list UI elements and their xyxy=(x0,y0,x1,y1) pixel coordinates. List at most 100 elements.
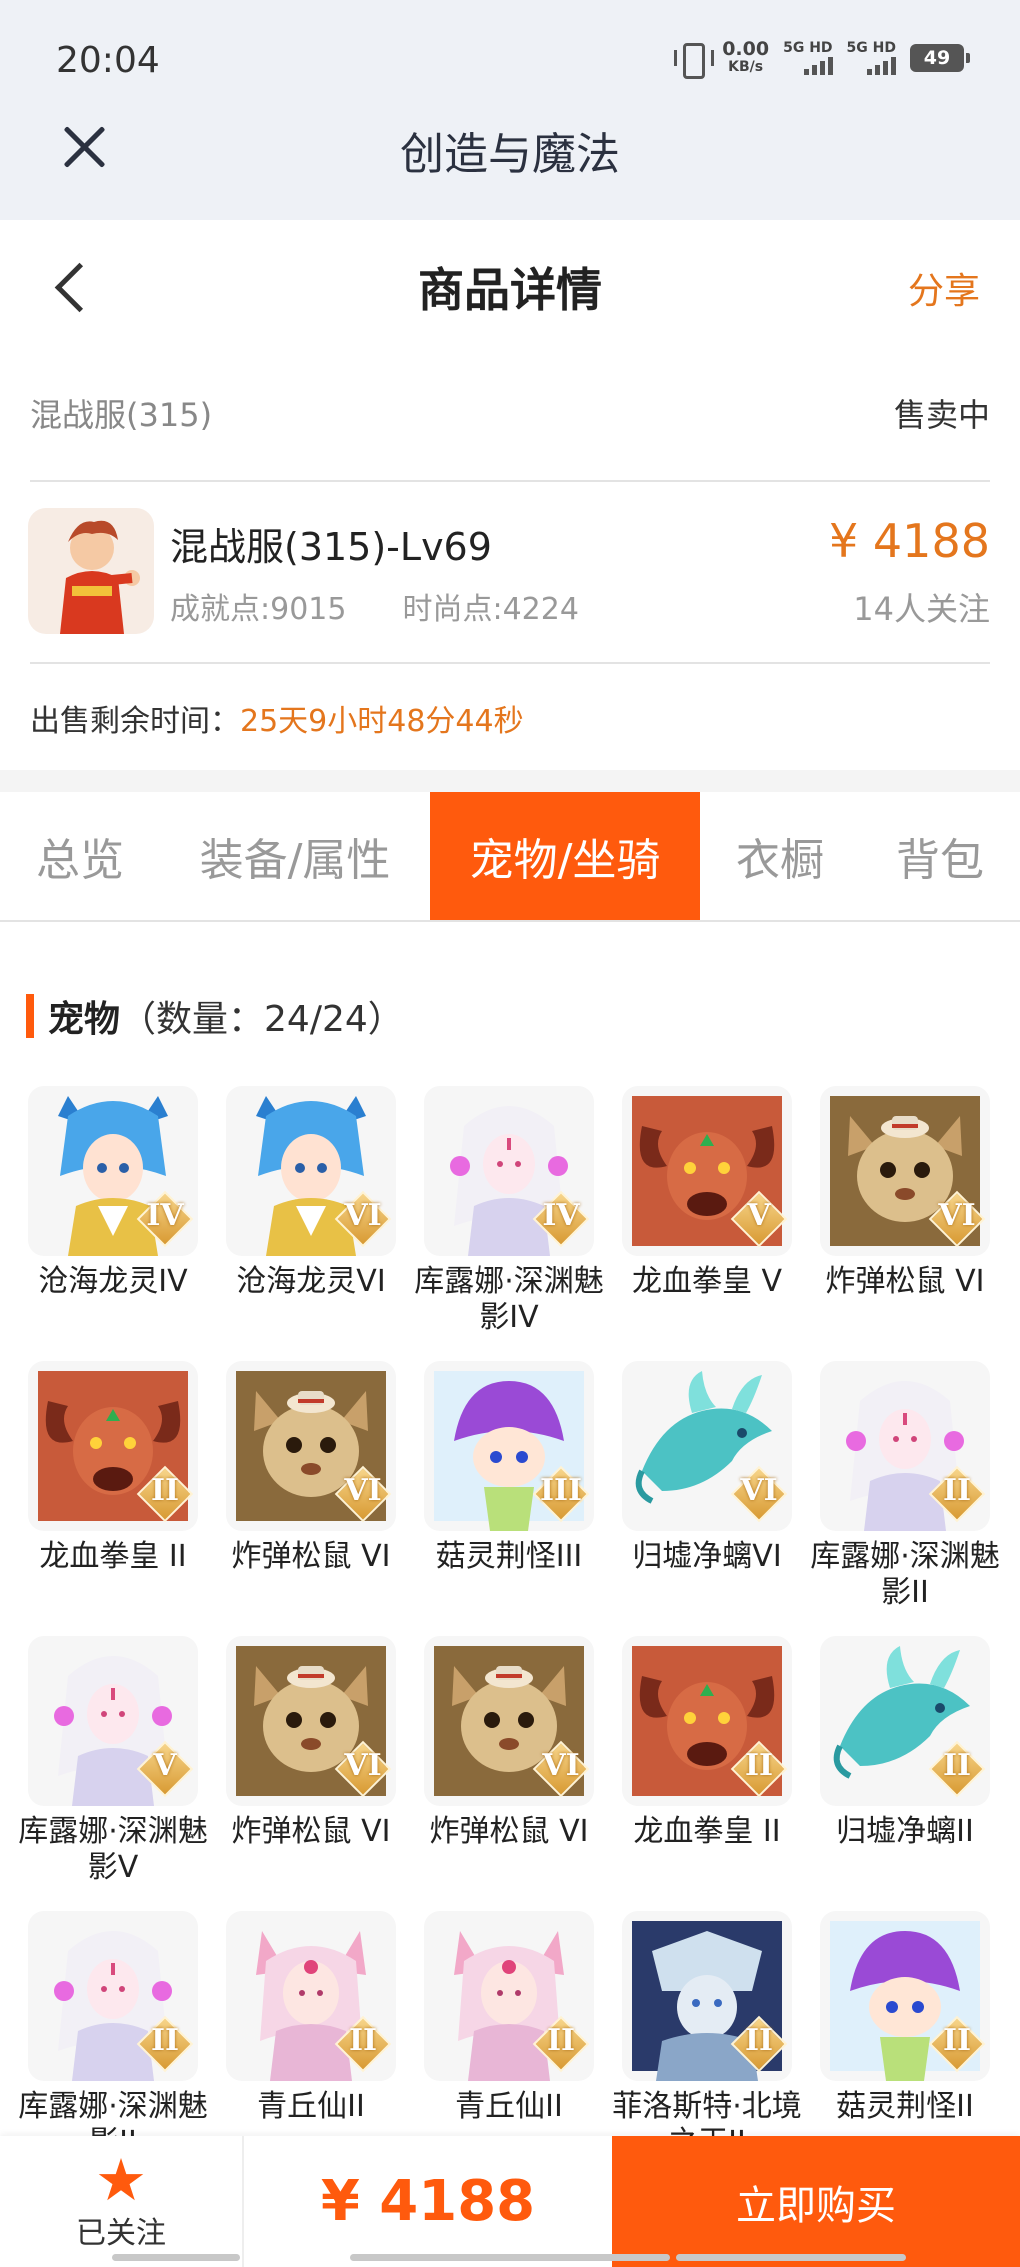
rank-numeral: VI xyxy=(938,1198,976,1233)
pet-name: 库露娜·深渊魅影V xyxy=(18,1814,208,1885)
rank-badge: VI xyxy=(730,1465,788,1523)
pet-card[interactable]: II 龙血拳皇 II xyxy=(28,1361,198,1636)
rank-numeral: VI xyxy=(344,1198,382,1233)
pet-card[interactable]: IV 库露娜·深渊魅影IV xyxy=(414,1086,604,1361)
nav-indicator xyxy=(350,2254,670,2261)
tab-overview[interactable]: 总览 xyxy=(0,792,160,920)
tab-wardrobe[interactable]: 衣橱 xyxy=(700,792,860,920)
section-accent-bar xyxy=(26,994,34,1038)
clock: 20:04 xyxy=(56,40,160,81)
rank-badge: II xyxy=(928,1465,986,1523)
rank-numeral: II xyxy=(150,1473,180,1508)
pet-name: 沧海龙灵VI xyxy=(236,1264,386,1299)
rank-badge: II xyxy=(136,1465,194,1523)
squirrel-icon: VI xyxy=(226,1636,396,1806)
product-name: 混战服(315)-Lv69 xyxy=(170,525,492,569)
pet-name: 归墟净螭II xyxy=(836,1814,974,1849)
battery-icon: 49 xyxy=(910,44,970,72)
status-and-webview-bar: 20:04 0.00 KB/s 5G HD 5G HD 49 创造与魔法 xyxy=(0,0,1020,220)
pet-name: 炸弹松鼠 VI xyxy=(231,1814,391,1849)
rank-badge: II xyxy=(136,2015,194,2073)
pet-card[interactable]: VI 沧海龙灵VI xyxy=(226,1086,396,1361)
tab-backpack[interactable]: 背包 xyxy=(860,792,1020,920)
rank-badge: II xyxy=(730,2015,788,2073)
rank-badge: VI xyxy=(334,1190,392,1248)
pet-name: 炸弹松鼠 VI xyxy=(825,1264,985,1299)
pet-card[interactable]: III 菇灵荆怪III xyxy=(424,1361,594,1636)
buy-now-button[interactable]: 立即购买 xyxy=(612,2136,1020,2267)
fashion-points: 时尚点:4224 xyxy=(402,592,579,627)
app-page: 20:04 0.00 KB/s 5G HD 5G HD 49 创造与魔法 商品详… xyxy=(0,0,1020,2267)
pet-card[interactable]: VI 炸弹松鼠 VI xyxy=(820,1086,990,1361)
pet-name: 炸弹松鼠 VI xyxy=(429,1814,589,1849)
teal-dragon-icon: II xyxy=(820,1636,990,1806)
squirrel-icon: VI xyxy=(424,1636,594,1806)
pet-name: 炸弹松鼠 VI xyxy=(231,1539,391,1574)
rank-badge: II xyxy=(334,2015,392,2073)
pet-card[interactable]: V 龙血拳皇 V xyxy=(622,1086,792,1361)
rank-numeral: V xyxy=(153,1748,177,1783)
pet-name: 菇灵荆怪II xyxy=(836,2089,974,2124)
pet-card[interactable]: VI 炸弹松鼠 VI xyxy=(226,1361,396,1636)
share-button[interactable]: 分享 xyxy=(908,262,980,314)
pet-card[interactable]: VI 炸弹松鼠 VI xyxy=(424,1636,594,1911)
remaining-time: 出售剩余时间：25天9小时48分44秒 xyxy=(30,696,524,740)
pet-card[interactable]: II 库露娜·深渊魅影II xyxy=(810,1361,1000,1636)
rank-numeral: VI xyxy=(542,1748,580,1783)
rank-numeral: VI xyxy=(344,1748,382,1783)
rank-badge: VI xyxy=(928,1190,986,1248)
red-ram-icon: II xyxy=(28,1361,198,1531)
white-fairy-icon: V xyxy=(28,1636,198,1806)
pet-card[interactable]: IV 沧海龙灵IV xyxy=(28,1086,198,1361)
server-row: 混战服(315) 售卖中 xyxy=(30,390,990,436)
follow-button[interactable]: ★ 已关注 xyxy=(0,2136,244,2267)
pet-card[interactable]: VI 炸弹松鼠 VI xyxy=(226,1636,396,1911)
detail-tabs: 总览 装备/属性 宠物/坐骑 衣橱 背包 xyxy=(0,792,1020,922)
pet-card[interactable]: II 龙血拳皇 II xyxy=(622,1636,792,1911)
divider xyxy=(30,662,990,664)
tab-pets-mounts[interactable]: 宠物/坐骑 xyxy=(430,792,700,920)
rank-badge: IV xyxy=(532,1190,590,1248)
rank-badge: VI xyxy=(532,1740,590,1798)
tab-equipment[interactable]: 装备/属性 xyxy=(160,792,430,920)
squirrel-icon: VI xyxy=(820,1086,990,1256)
pet-name: 龙血拳皇 II xyxy=(39,1539,187,1574)
remaining-time-label: 出售剩余时间： xyxy=(30,704,240,739)
status-icons: 0.00 KB/s 5G HD 5G HD 49 xyxy=(674,38,970,79)
nav-indicator xyxy=(112,2254,240,2261)
net-speed-value: 0.00 xyxy=(722,38,770,60)
rank-badge: IV xyxy=(136,1190,194,1248)
pet-card[interactable]: V 库露娜·深渊魅影V xyxy=(18,1636,208,1911)
pet-name: 龙血拳皇 V xyxy=(631,1264,783,1299)
net-speed-unit: KB/s xyxy=(728,59,764,75)
rank-numeral: II xyxy=(348,2023,378,2058)
pet-name: 龙血拳皇 II xyxy=(633,1814,781,1849)
remaining-time-value: 25天9小时48分44秒 xyxy=(240,704,524,739)
blue-dragon-icon: IV xyxy=(28,1086,198,1256)
signal-1-icon: 5G HD xyxy=(783,41,833,75)
rank-badge: II xyxy=(532,2015,590,2073)
product-meta: 成就点:9015 时尚点:4224 xyxy=(170,584,579,628)
pet-card[interactable]: II 归墟净螭II xyxy=(820,1636,990,1911)
pets-section-title: 宠物 xyxy=(48,999,121,1040)
rank-numeral: V xyxy=(747,1198,771,1233)
rank-badge: II xyxy=(730,1740,788,1798)
pet-name: 青丘仙II xyxy=(257,2089,365,2124)
bottom-price: ¥ 4188 xyxy=(320,2169,536,2234)
pet-card[interactable]: VI 归墟净螭VI xyxy=(622,1361,792,1636)
red-ram-icon: V xyxy=(622,1086,792,1256)
rank-badge: II xyxy=(928,2015,986,2073)
achievement-points: 成就点:9015 xyxy=(170,592,347,627)
frost-king-icon: II xyxy=(622,1911,792,2081)
rank-numeral: II xyxy=(942,1748,972,1783)
pet-grid: IV 沧海龙灵IV VI 沧海龙灵VI IV 库露娜·深渊魅影IV V 龙血拳皇 V VI 炸弹松… xyxy=(18,1086,1000,2186)
rank-numeral: II xyxy=(546,2023,576,2058)
bottom-action-bar: ★ 已关注 ¥ 4188 立即购买 xyxy=(0,2136,1020,2267)
purple-mushroom-icon: III xyxy=(424,1361,594,1531)
pet-name: 青丘仙II xyxy=(455,2089,563,2124)
white-fairy-icon: II xyxy=(28,1911,198,2081)
pet-name: 库露娜·深渊魅影II xyxy=(810,1539,1000,1610)
pet-name: 菇灵荆怪III xyxy=(435,1539,583,1574)
pet-name: 库露娜·深渊魅影IV xyxy=(414,1264,604,1335)
follower-count: 14人关注 xyxy=(853,590,990,628)
